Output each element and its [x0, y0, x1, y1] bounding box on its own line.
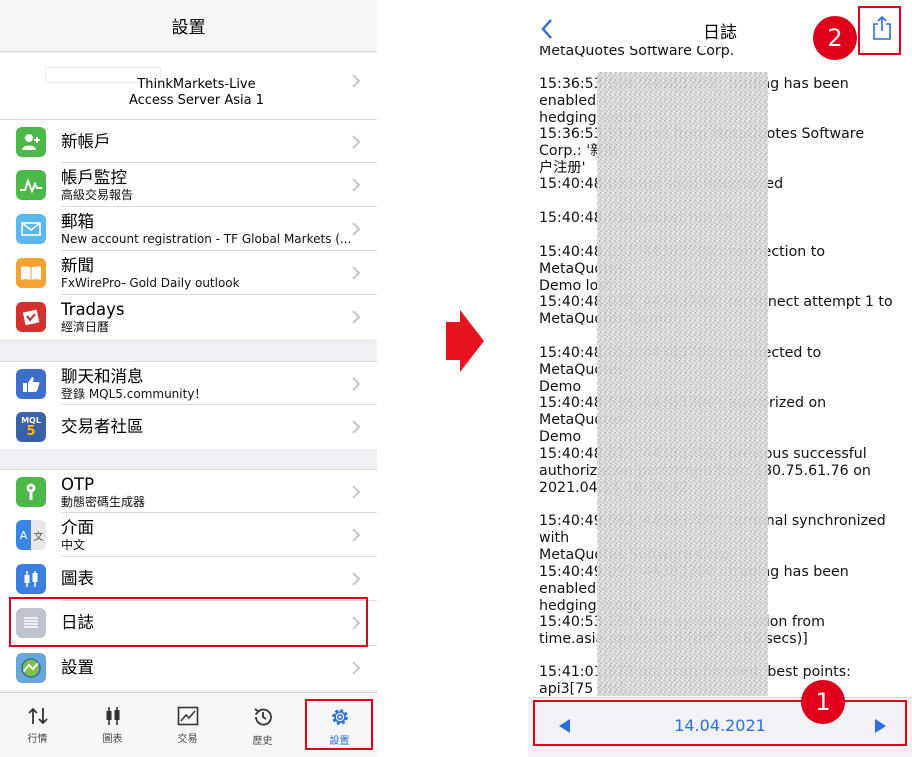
menu-item-mailbox[interactable]: 郵箱 New account registration - TF Global …	[0, 207, 377, 251]
account-access-server: Access Server Asia 1	[128, 93, 265, 108]
page-title: 設置	[171, 18, 206, 38]
menu-item-label: 新帳戶	[61, 132, 111, 151]
menu-item-community[interactable]: MQL 5 交易者社區	[0, 405, 377, 449]
menu-item-sub: 高級交易報告	[61, 188, 134, 202]
chevron-right-icon	[352, 135, 361, 149]
chevron-right-icon	[352, 485, 361, 499]
highlight-settings-tab-box	[305, 699, 373, 750]
menu-item-settings[interactable]: 設置	[0, 646, 377, 690]
tab-label: 歷史	[252, 736, 273, 747]
menu-item-new-account[interactable]: 新帳戶	[0, 119, 377, 163]
menu-item-interface[interactable]: A 文 介面 中文	[0, 513, 377, 557]
tab-history[interactable]: 歷史	[225, 693, 300, 757]
settings-navbar: 設置	[0, 0, 377, 52]
account-server: ThinkMarkets-Live Access Server Asia 1	[0, 77, 377, 109]
highlight-share-button-box	[858, 6, 901, 55]
account-broker: ThinkMarkets-Live	[137, 77, 256, 92]
book-icon	[16, 258, 46, 288]
chevron-right-icon	[352, 420, 361, 434]
tab-trade[interactable]: 交易	[150, 693, 225, 757]
menu-item-account-monitor[interactable]: 帳戶監控 高級交易報告	[0, 163, 377, 207]
settings-screen: 設置 ThinkMarkets-Live Access Server Asia …	[0, 0, 377, 757]
step-badge-2: 2	[813, 16, 857, 60]
menu-item-label: 介面	[61, 518, 94, 537]
chevron-right-icon	[352, 310, 361, 324]
account-row[interactable]: ThinkMarkets-Live Access Server Asia 1	[0, 53, 377, 119]
chevron-right-icon	[352, 528, 361, 542]
menu-item-tradays[interactable]: Tradays 經濟日曆	[0, 295, 377, 339]
mql5-icon: MQL 5	[16, 412, 46, 442]
chevron-right-icon	[352, 178, 361, 192]
add-user-icon	[16, 127, 46, 157]
menu-item-sub: 中文	[61, 538, 86, 552]
tab-label: 行情	[27, 734, 48, 745]
menu-item-sub: 經濟日曆	[61, 320, 110, 334]
menu-item-sub: 登錄 MQL5.community！	[61, 387, 207, 401]
chevron-right-icon	[352, 74, 361, 88]
tab-label: 交易	[177, 734, 198, 745]
chevron-right-icon	[352, 661, 361, 675]
chevron-right-icon	[352, 222, 361, 236]
menu-item-label: 設置	[61, 658, 94, 677]
menu-item-chat[interactable]: 聊天和消息 登錄 MQL5.community！	[0, 361, 377, 405]
highlight-journal-box	[9, 597, 368, 647]
highlight-date-bar-box	[533, 700, 907, 746]
journal-screen: MetaQuotes Software Corp. 15:36:53.908 '…	[528, 0, 912, 757]
menu-item-otp[interactable]: OTP 動態密碼生成器	[0, 469, 377, 513]
tab-label: 圖表	[102, 734, 123, 745]
step-badge-1: 1	[801, 680, 845, 724]
chevron-right-icon	[352, 377, 361, 391]
menu-item-sub: 動態密碼生成器	[61, 495, 146, 509]
menu-item-label: 聊天和消息	[61, 367, 144, 386]
menu-item-label: Tradays	[61, 300, 125, 319]
menu-item-label: 新聞	[61, 256, 94, 275]
history-clock-icon	[253, 708, 272, 726]
key-icon	[16, 477, 46, 507]
menu-item-sub: FxWirePro- Gold Daily outlook	[61, 276, 240, 290]
candlestick-icon	[106, 707, 119, 725]
quotes-arrows-icon	[27, 707, 48, 725]
mail-icon	[16, 214, 46, 244]
tab-charts[interactable]: 圖表	[75, 693, 150, 757]
tab-quotes[interactable]: 行情	[0, 693, 75, 757]
pulse-chart-icon	[16, 170, 46, 200]
calendar-icon	[16, 302, 46, 332]
redacted-blur-area	[597, 72, 768, 696]
trade-chart-icon	[177, 706, 198, 726]
chevron-right-icon	[352, 572, 361, 586]
thumbs-up-icon	[16, 369, 46, 399]
menu-item-label: 帳戶監控	[61, 168, 127, 187]
red-arrow-right-icon	[446, 310, 484, 372]
chevron-right-icon	[352, 266, 361, 280]
menu-item-charts[interactable]: 圖表	[0, 557, 377, 601]
language-icon: A 文	[16, 520, 46, 550]
menu-item-sub: New account registration - TF Global Mar…	[61, 232, 352, 246]
candlestick-icon	[16, 564, 46, 594]
menu-item-news[interactable]: 新聞 FxWirePro- Gold Daily outlook	[0, 251, 377, 295]
menu-item-label: 圖表	[61, 569, 94, 588]
menu-item-label: OTP	[61, 475, 95, 494]
menu-item-label: 郵箱	[61, 212, 94, 231]
menu-item-label: 交易者社區	[61, 417, 144, 436]
metatrader-logo-icon	[16, 653, 46, 683]
